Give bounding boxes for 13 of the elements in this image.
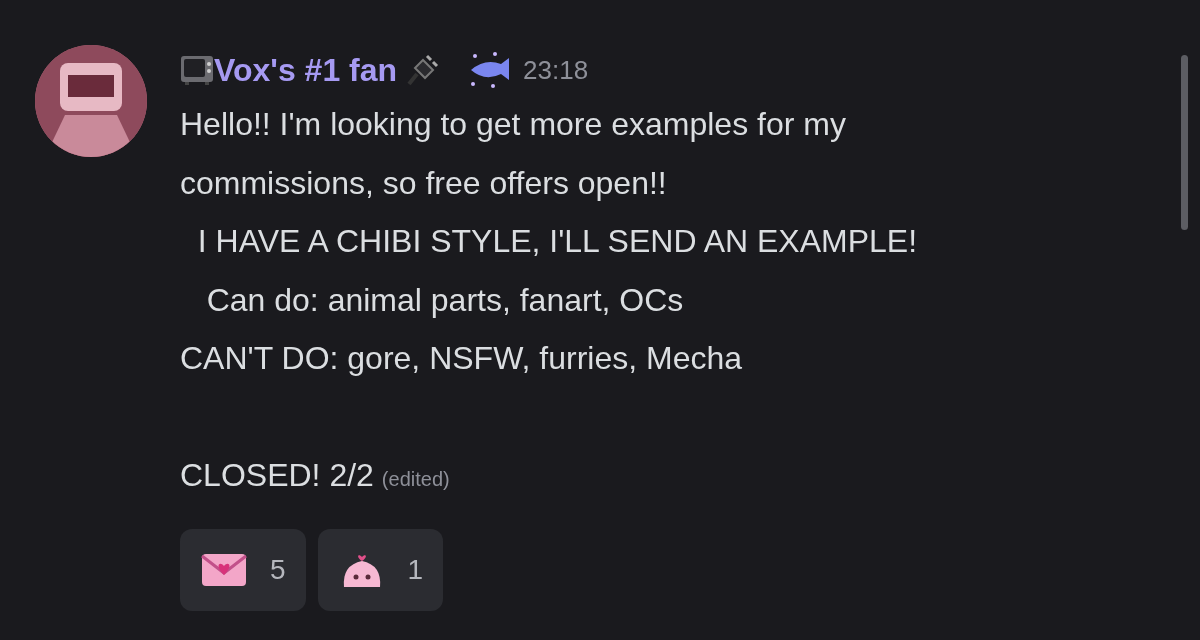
message-text: Hello!! I'm looking to get more examples for my <box>180 105 846 144</box>
message-text: CLOSED! 2/2 <box>180 456 374 495</box>
timestamp: 23:18 <box>523 53 589 87</box>
scrollbar[interactable] <box>1181 55 1188 230</box>
reaction-button[interactable]: 1 <box>317 528 444 611</box>
author-name[interactable]: Vox's #1 fan <box>214 46 398 94</box>
edited-label: (edited) <box>381 467 450 492</box>
message-text: CAN'T DO: gore, NSFW, furries, Mecha <box>180 339 743 378</box>
reaction-button[interactable]: 5 <box>180 528 306 611</box>
message-text: I HAVE A CHIBI STYLE, I'LL SEND AN EXAMPLE! <box>196 222 918 261</box>
tv-icon <box>180 54 214 86</box>
message-text: Can do: animal parts, fanart, OCs <box>205 280 684 320</box>
message-text: commissions, so free offers open!! <box>180 163 667 203</box>
